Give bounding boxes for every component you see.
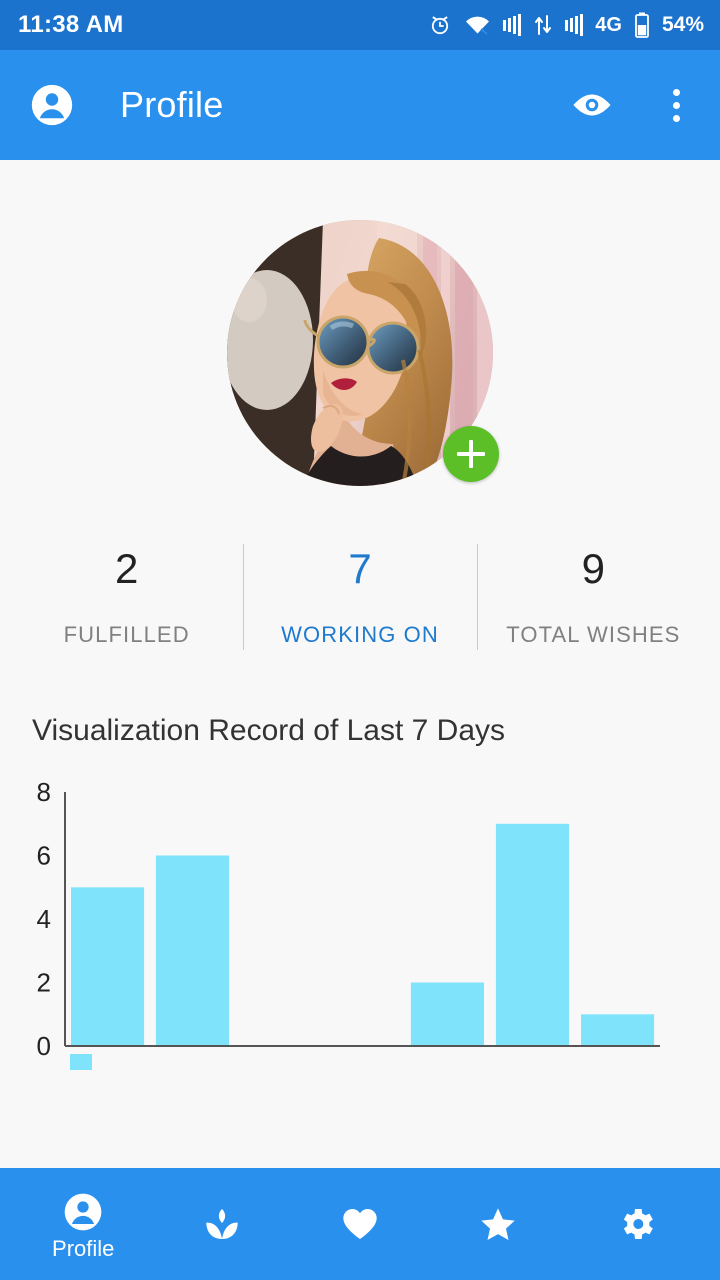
plus-icon-vertical [469,440,473,468]
spa-icon [202,1204,242,1244]
app-bar: Profile [0,50,720,160]
chart-bar [410,982,484,1047]
status-bar: 11:38 AM 4G 54% [0,0,720,50]
nav-item-starred[interactable] [429,1168,567,1280]
phone-screen: 11:38 AM 4G 54% Profile 2 FULFILLED 7 WO… [0,0,720,1280]
data-transfer-icon [533,14,553,36]
alarm-icon [428,13,452,37]
signal-bars-icon-2 [565,14,584,36]
gear-icon [617,1204,657,1244]
y-axis-tick-label: 2 [37,968,51,998]
visualization-bar-chart: 0 2 4 6 8 [37,777,660,1071]
app-bar-actions [572,85,696,125]
status-icon-tray: 4G 54% [428,12,704,38]
network-type-label: 4G [595,13,622,36]
bottom-navigation: Profile [0,1168,720,1280]
stat-value: 7 [348,545,372,592]
avatar-block [227,220,499,486]
eye-icon[interactable] [572,85,612,125]
chart-bar [155,855,229,1047]
stat-label: WORKING ON [281,622,439,648]
profile-content: 2 FULFILLED 7 WORKING ON 9 TOTAL WISHES … [0,160,720,1168]
add-photo-button[interactable] [443,426,499,482]
stat-label: FULFILLED [63,622,190,648]
y-axis-tick-label: 8 [37,777,51,807]
chart-bar [71,887,145,1047]
overflow-menu-icon[interactable] [656,85,696,125]
battery-icon [634,12,650,38]
nav-item-profile[interactable]: Profile [14,1168,152,1280]
nav-item-label: Profile [52,1236,115,1261]
account-circle-icon[interactable] [30,83,74,127]
chart-area: 0 2 4 6 8 [0,770,720,1071]
y-axis-tick-label: 6 [37,841,51,871]
chart-bar [495,823,569,1047]
nav-item-settings[interactable] [568,1168,706,1280]
y-axis-tick-label: 4 [37,904,51,934]
nav-item-spa[interactable] [152,1168,290,1280]
stat-value: 2 [114,545,139,592]
stat-value: 9 [581,545,605,592]
wifi-icon [464,14,491,36]
heart-icon [340,1204,380,1244]
signal-bars-icon [503,14,522,36]
page-title: Profile [120,84,224,125]
battery-percent-label: 54% [661,13,704,36]
stat-fulfilled[interactable]: 2 FULFILLED [10,542,243,652]
account-circle-icon [63,1192,103,1232]
stat-working-on[interactable]: 7 WORKING ON [243,542,476,652]
stats-row: 2 FULFILLED 7 WORKING ON 9 TOTAL WISHES [0,542,720,652]
status-time: 11:38 AM [18,11,124,38]
chart-bar [581,1014,655,1047]
stat-total-wishes[interactable]: 9 TOTAL WISHES [476,542,710,652]
nav-item-favorites[interactable] [291,1168,429,1280]
chart-legend-swatch [70,1054,92,1071]
stat-label: TOTAL WISHES [506,622,681,648]
star-icon [478,1204,518,1244]
chart-title: Visualization Record of Last 7 Days [32,714,506,748]
y-axis-tick-label: 0 [37,1031,51,1061]
